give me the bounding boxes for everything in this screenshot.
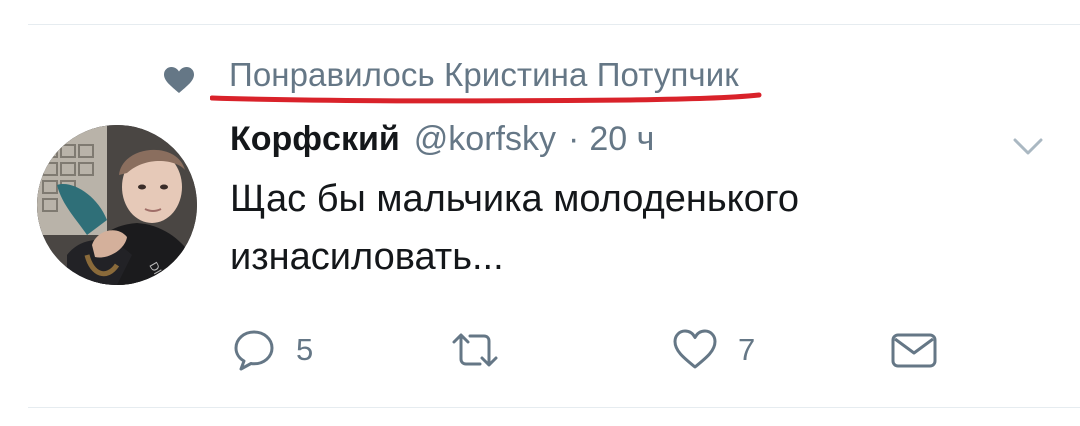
like-button[interactable]: 7 <box>672 320 755 380</box>
retweet-icon <box>452 333 498 367</box>
like-count: 7 <box>738 332 756 367</box>
tweet-screen: Понравилось Кристина Потупчик DIAGR Корф… <box>0 0 1080 426</box>
tweet-timestamp[interactable]: 20 ч <box>589 120 654 159</box>
avatar[interactable]: DIAGR <box>37 125 197 285</box>
chevron-down-icon[interactable] <box>1012 136 1044 158</box>
red-underline-annotation <box>210 92 762 104</box>
envelope-icon <box>891 333 937 368</box>
reply-count: 5 <box>296 332 314 367</box>
tweet-text-line-1: Щас бы мальчика молоденького <box>230 178 799 220</box>
avatar-image: DIAGR <box>37 125 197 285</box>
tweet-text-line-2: изнасиловать... <box>230 236 504 278</box>
header-separator: · <box>567 120 580 158</box>
top-divider <box>28 24 1080 25</box>
reply-button[interactable]: 5 <box>232 320 313 380</box>
reply-icon <box>234 330 274 371</box>
author-name[interactable]: Корфский <box>230 120 400 159</box>
tweet-header: Корфский @korfsky · 20 ч <box>230 120 654 168</box>
bottom-divider <box>28 407 1080 408</box>
tweet-actions: 5 7 <box>0 320 1080 380</box>
heart-icon <box>164 67 194 93</box>
retweet-button[interactable] <box>450 320 520 380</box>
social-context-text[interactable]: Понравилось Кристина Потупчик <box>229 56 739 94</box>
author-handle[interactable]: @korfsky <box>414 120 556 159</box>
heart-outline-icon <box>673 329 717 369</box>
direct-message-button[interactable] <box>890 320 958 380</box>
tweet-text: Щас бы мальчика молоденького изнасиловат… <box>230 170 990 286</box>
